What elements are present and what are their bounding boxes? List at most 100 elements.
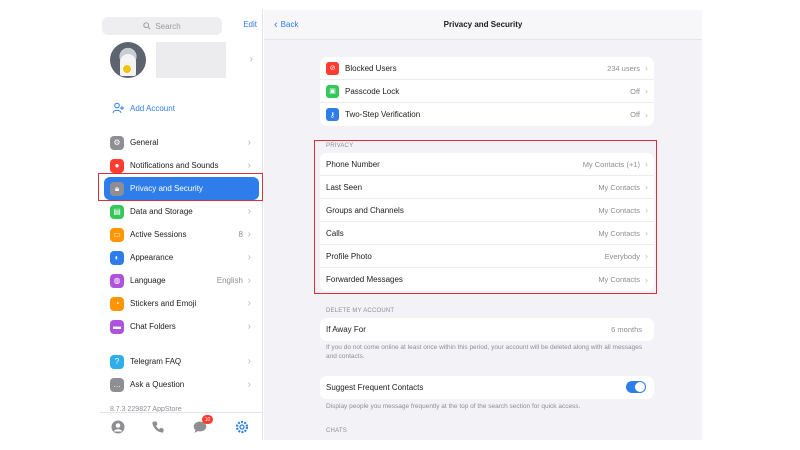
- chevron-right-icon: ›: [247, 356, 251, 367]
- row-value: 234 users: [607, 63, 640, 73]
- settings-menu: ⚙ General › ● Notifications and Sounds ›…: [100, 131, 262, 396]
- suggest-contacts-toggle[interactable]: [626, 381, 646, 393]
- sidebar-item-language[interactable]: ◍ Language English ›: [100, 269, 262, 292]
- person-icon: [111, 420, 125, 434]
- row-last-seen[interactable]: Last Seen My Contacts ›: [320, 176, 654, 199]
- chevron-right-icon: ›: [247, 206, 251, 217]
- sidebar-item-ask-question[interactable]: … Ask a Question ›: [100, 373, 262, 396]
- menu-gap: [100, 338, 262, 350]
- database-icon: ▤: [110, 204, 124, 219]
- search-row: Search Edit: [100, 17, 262, 35]
- chevron-right-icon: ›: [247, 160, 251, 171]
- folder-icon: ▬: [110, 319, 124, 334]
- chevron-right-icon: ›: [645, 228, 648, 238]
- row-label: Suggest Frequent Contacts: [326, 383, 424, 392]
- emoji-status-icon: [122, 64, 132, 74]
- tab-chats[interactable]: 10: [192, 415, 213, 435]
- sticker-icon: ◔: [110, 296, 124, 311]
- chevron-right-icon: ›: [247, 229, 251, 240]
- chevron-right-icon: ›: [247, 379, 251, 390]
- row-value: Everybody: [604, 251, 640, 261]
- row-label: Forwarded Messages: [326, 275, 403, 284]
- gear-icon: ⚙: [110, 135, 124, 150]
- chevron-right-icon: ›: [645, 109, 648, 120]
- block-icon: ⊘: [326, 61, 339, 75]
- sidebar-item-notifications[interactable]: ● Notifications and Sounds ›: [100, 154, 262, 177]
- profile-name-redacted: [156, 42, 226, 78]
- chevron-right-icon: ›: [645, 63, 648, 73]
- delete-footnote: If you do not come online at least once …: [326, 344, 643, 360]
- bell-icon: ●: [110, 158, 124, 173]
- chevron-right-icon: ›: [645, 205, 648, 215]
- tab-settings[interactable]: [234, 419, 250, 435]
- lock-icon: 🔒︎: [110, 181, 124, 196]
- chevron-right-icon: ›: [247, 321, 251, 332]
- add-account-label: Add Account: [130, 103, 175, 113]
- row-forwarded-messages[interactable]: Forwarded Messages My Contacts ›: [320, 268, 654, 291]
- row-suggest-contacts: Suggest Frequent Contacts: [320, 376, 654, 399]
- chevron-right-icon: ›: [645, 86, 648, 96]
- chats-section-header: CHATS: [326, 428, 347, 434]
- row-profile-photo[interactable]: Profile Photo Everybody ›: [320, 245, 654, 268]
- row-two-step-verification[interactable]: ⚷ Two-Step Verification Off ›: [320, 103, 654, 126]
- chevron-right-icon: ›: [247, 275, 251, 286]
- sidebar-item-general[interactable]: ⚙ General ›: [100, 131, 262, 154]
- page-title: Privacy and Security: [443, 20, 523, 29]
- chevron-right-icon: ›: [247, 137, 251, 148]
- search-input[interactable]: Search: [102, 17, 222, 35]
- suggest-group: Suggest Frequent Contacts: [320, 376, 654, 399]
- row-label: Groups and Channels: [326, 205, 404, 215]
- edit-button[interactable]: Edit: [243, 20, 257, 29]
- search-placeholder: Search: [155, 21, 181, 31]
- sidebar-item-data-storage[interactable]: ▤ Data and Storage ›: [100, 200, 262, 223]
- chevron-right-icon: ›: [645, 274, 648, 285]
- row-label: Calls: [326, 228, 344, 238]
- security-group: ⊘ Blocked Users 234 users › ▣ Passcode L…: [320, 57, 654, 126]
- chevron-right-icon: ›: [247, 298, 251, 309]
- devices-icon: ▭: [110, 227, 124, 242]
- globe-icon: ◍: [110, 273, 124, 288]
- chevron-right-icon: ›: [645, 159, 648, 169]
- add-account-button[interactable]: Add Account: [112, 100, 175, 116]
- add-person-icon: [112, 102, 124, 114]
- sidebar-item-appearance[interactable]: ◐ Appearance ›: [100, 246, 262, 269]
- lock-icon: ▣: [326, 84, 339, 98]
- row-label: Last Seen: [326, 182, 363, 192]
- tab-contacts[interactable]: [110, 419, 126, 435]
- navigation-bar: ‹ Back Privacy and Security: [264, 10, 702, 40]
- tab-bar: 10: [100, 412, 262, 440]
- row-passcode-lock[interactable]: ▣ Passcode Lock Off ›: [320, 80, 654, 103]
- row-value: My Contacts: [598, 228, 640, 238]
- brush-icon: ◐: [110, 250, 124, 265]
- row-label: If Away For: [326, 325, 366, 334]
- sidebar-item-stickers[interactable]: ◔ Stickers and Emoji ›: [100, 292, 262, 315]
- sidebar-item-label: Telegram FAQ: [130, 357, 182, 366]
- suggest-footnote: Display people you message frequently at…: [326, 403, 581, 410]
- row-calls[interactable]: Calls My Contacts ›: [320, 222, 654, 245]
- sidebar-item-label: General: [130, 138, 159, 147]
- sidebar-item-label: Language: [130, 276, 166, 285]
- row-label: Passcode Lock: [345, 86, 400, 96]
- sidebar-item-chat-folders[interactable]: ▬ Chat Folders ›: [100, 315, 262, 338]
- row-blocked-users[interactable]: ⊘ Blocked Users 234 users ›: [320, 57, 654, 80]
- sidebar-item-faq[interactable]: ? Telegram FAQ ›: [100, 350, 262, 373]
- row-label: Phone Number: [326, 159, 380, 169]
- row-value: 6 months: [611, 325, 642, 334]
- sidebar-item-active-sessions[interactable]: ▭ Active Sessions 8 ›: [100, 223, 262, 246]
- chevron-right-icon: ›: [645, 251, 648, 261]
- row-phone-number[interactable]: Phone Number My Contacts (+1) ›: [320, 153, 654, 176]
- sidebar-item-value: English: [216, 276, 243, 285]
- sidebar-item-label: Appearance: [130, 253, 174, 262]
- tab-calls[interactable]: [150, 419, 166, 435]
- sidebar-item-privacy[interactable]: 🔒︎ Privacy and Security: [104, 177, 259, 200]
- sidebar: Search Edit › Add Account ⚙ General › ● …: [100, 10, 263, 440]
- profile-card[interactable]: ›: [100, 40, 262, 96]
- sidebar-item-value: 8: [238, 230, 243, 239]
- row-label: Blocked Users: [345, 63, 397, 73]
- sidebar-item-label: Chat Folders: [130, 322, 176, 331]
- row-if-away-for[interactable]: If Away For 6 months: [320, 318, 654, 341]
- main-pane: ‹ Back Privacy and Security ⊘ Blocked Us…: [264, 10, 702, 440]
- phone-icon: [152, 421, 164, 433]
- privacy-section-header: PRIVACY: [326, 143, 354, 149]
- row-groups-channels[interactable]: Groups and Channels My Contacts ›: [320, 199, 654, 222]
